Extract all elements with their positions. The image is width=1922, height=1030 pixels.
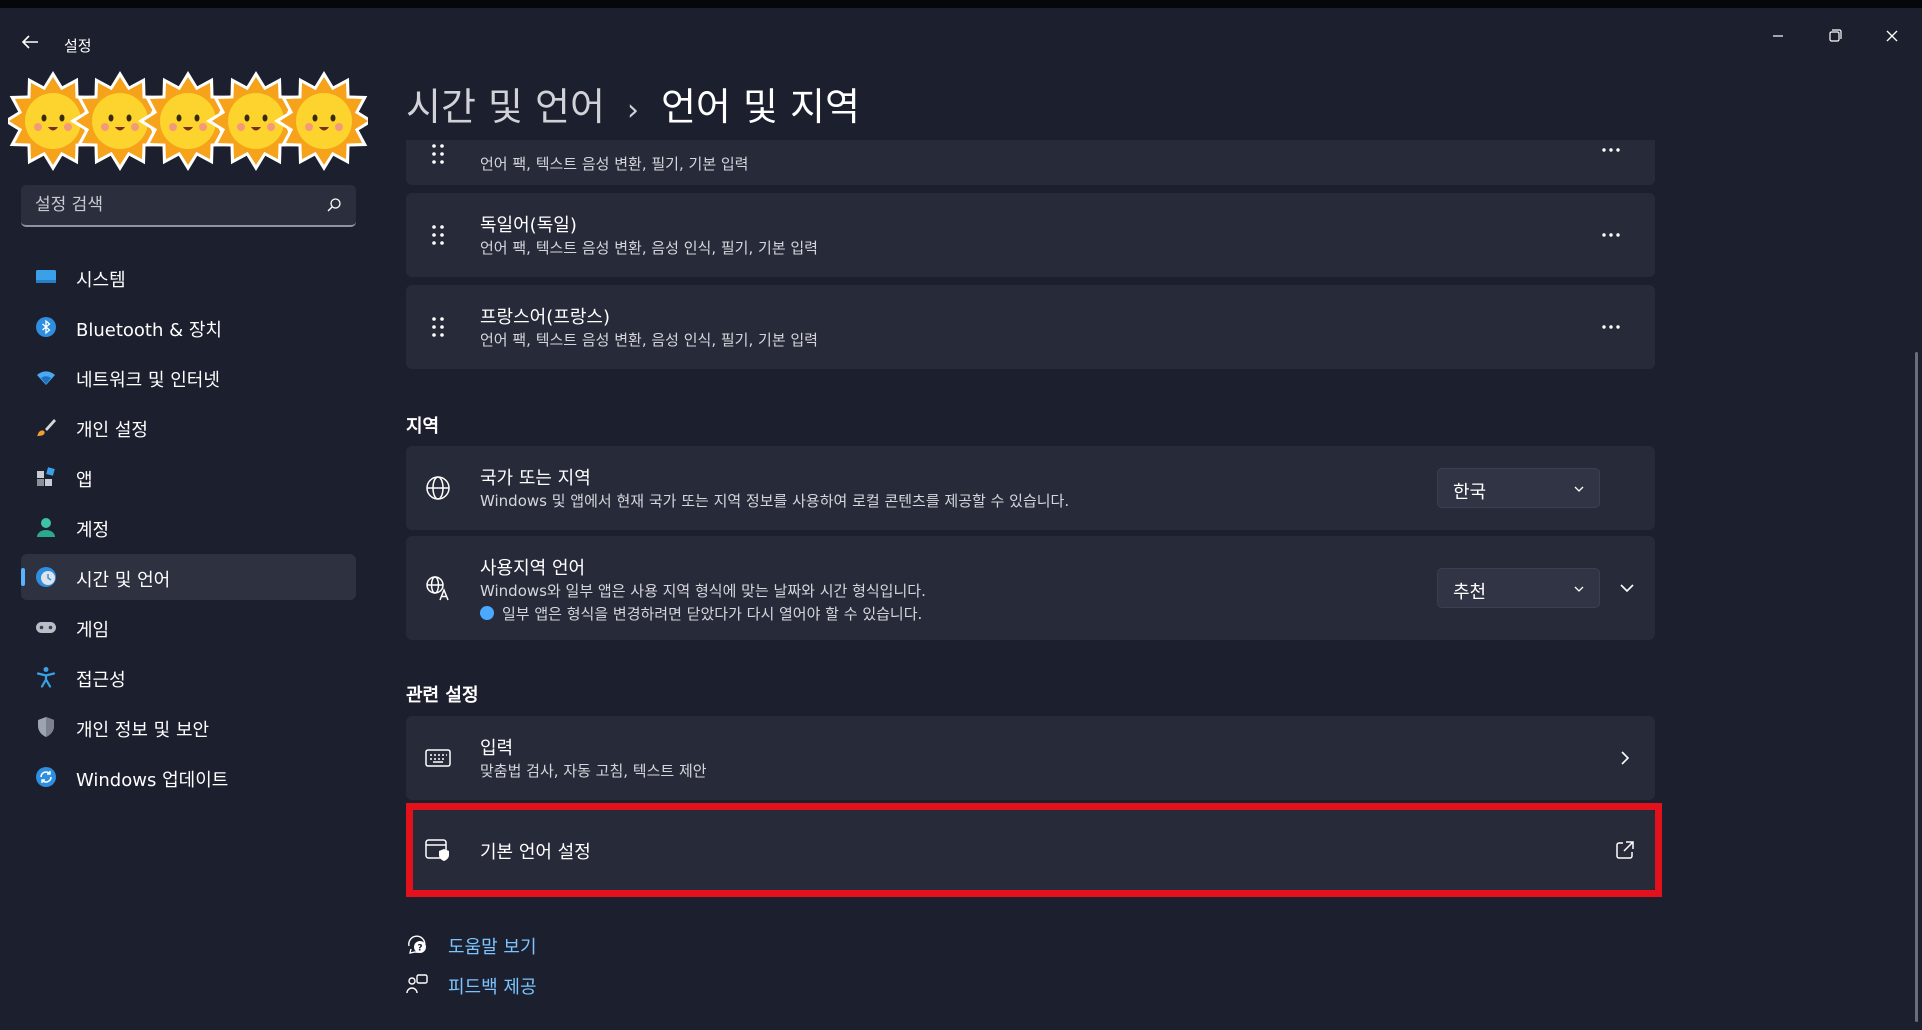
typing-settings-card[interactable]: 입력 맞춤법 검사, 자동 고침, 텍스트 제안 (406, 716, 1655, 800)
country-dropdown-value: 한국 (1453, 482, 1487, 503)
chevron-down-icon (1574, 486, 1584, 492)
language-name: 독일어(독일) (480, 215, 577, 236)
sidebar-item-bluetooth[interactable]: Bluetooth & 장치 (21, 304, 356, 350)
account-icon (37, 518, 55, 537)
sidebar-item-personalization[interactable]: 개인 설정 (21, 404, 356, 450)
regional-format-description: Windows와 일부 앱은 사용 지역 형식에 맞는 날짜와 시간 형식입니다… (480, 582, 926, 600)
close-icon[interactable] (1874, 24, 1910, 48)
sidebar-item-label: 게임 (76, 620, 110, 641)
keyboard-icon (425, 749, 451, 767)
administrative-language-title: 기본 언어 설정 (480, 842, 591, 863)
back-arrow-icon[interactable] (18, 30, 42, 54)
sidebar-item-label: 개인 정보 및 보안 (76, 720, 210, 741)
drag-handle-icon[interactable] (430, 223, 446, 247)
drag-handle-icon[interactable] (430, 142, 446, 166)
breadcrumb-separator: › (626, 93, 639, 128)
accessibility-icon (36, 667, 56, 688)
sidebar-item-label: 시스템 (76, 270, 126, 291)
language-features: 언어 팩, 텍스트 음성 변환, 필기, 기본 입력 (480, 155, 749, 173)
give-feedback-label: 피드백 제공 (448, 977, 537, 998)
settings-search-box[interactable] (21, 185, 356, 227)
sidebar-item-windows-update[interactable]: Windows 업데이트 (21, 754, 356, 800)
language-format-icon (426, 576, 449, 601)
country-title: 국가 또는 지역 (480, 468, 591, 489)
admin-window-shield-icon (425, 839, 449, 861)
country-dropdown[interactable]: 한국 (1437, 468, 1600, 508)
language-card-preferred[interactable]: 언어 팩, 텍스트 음성 변환, 필기, 기본 입력 (406, 140, 1655, 185)
regional-format-title: 사용지역 언어 (480, 558, 586, 579)
content-scrollbar[interactable] (1915, 352, 1918, 1022)
open-external-icon (1616, 841, 1634, 859)
regional-format-note: 일부 앱은 형식을 변경하려면 닫았다가 다시 열어야 할 수 있습니다. (502, 605, 923, 623)
more-options-icon[interactable] (1593, 221, 1629, 249)
sidebar-item-label: 네트워크 및 인터넷 (76, 370, 220, 391)
brush-icon (37, 419, 56, 436)
app-title: 설정 (64, 37, 92, 55)
minimize-icon[interactable] (1760, 24, 1796, 48)
update-icon (36, 767, 56, 787)
breadcrumb-parent[interactable]: 시간 및 언어 (406, 85, 605, 129)
sidebar-item-label: Bluetooth & 장치 (76, 320, 222, 341)
bluetooth-icon (36, 317, 56, 337)
top-edge (0, 0, 1922, 8)
search-icon[interactable] (326, 197, 342, 213)
section-title-region: 지역 (406, 416, 440, 437)
system-icon (36, 270, 56, 283)
sidebar-item-label: 계정 (76, 520, 110, 541)
language-features: 언어 팩, 텍스트 음성 변환, 음성 인식, 필기, 기본 입력 (480, 239, 818, 257)
breadcrumb-current: 언어 및 지역 (660, 85, 860, 129)
sun-stickers-image (8, 71, 368, 171)
typing-title: 입력 (480, 738, 514, 759)
drag-handle-icon[interactable] (430, 315, 446, 339)
sidebar-item-gaming[interactable]: 게임 (21, 604, 356, 650)
expand-chevron-icon[interactable] (1612, 573, 1642, 603)
sidebar-nav: 시스템 Bluetooth & 장치 네트워크 및 인터넷 개인 설정 앱 계정… (21, 254, 356, 804)
country-description: Windows 및 앱에서 현재 국가 또는 지역 정보를 사용하여 로컬 콘텐… (480, 492, 1070, 510)
sidebar-item-accessibility[interactable]: 접근성 (21, 654, 356, 700)
sun-sticker (274, 71, 368, 171)
more-options-icon[interactable] (1593, 144, 1629, 172)
section-title-related: 관련 설정 (406, 685, 479, 706)
info-icon (480, 606, 494, 620)
time-language-icon (36, 567, 56, 587)
country-region-card: 국가 또는 지역 Windows 및 앱에서 현재 국가 또는 지역 정보를 사… (406, 446, 1655, 530)
sidebar-item-label: 접근성 (76, 670, 126, 691)
regional-format-dropdown-value: 추천 (1453, 582, 1487, 603)
shield-icon (38, 717, 54, 737)
sidebar-item-label: Windows 업데이트 (76, 770, 229, 791)
regional-format-dropdown[interactable]: 추천 (1437, 568, 1600, 608)
chevron-right-icon (1621, 751, 1630, 765)
sidebar-item-label: 앱 (76, 470, 93, 491)
sidebar-item-network[interactable]: 네트워크 및 인터넷 (21, 354, 356, 400)
language-card-french[interactable]: 프랑스어(프랑스) 언어 팩, 텍스트 음성 변환, 음성 인식, 필기, 기본… (406, 285, 1655, 369)
title-bar: 설정 (0, 8, 1922, 70)
sidebar-item-system[interactable]: 시스템 (21, 254, 356, 300)
sidebar-item-label: 시간 및 언어 (76, 570, 171, 591)
language-features: 언어 팩, 텍스트 음성 변환, 음성 인식, 필기, 기본 입력 (480, 331, 818, 349)
sidebar-item-time-language[interactable]: 시간 및 언어 (21, 554, 356, 600)
page-title: 시간 및 언어 › 언어 및 지역 (406, 76, 860, 131)
sidebar-item-label: 개인 설정 (76, 420, 148, 441)
administrative-language-card[interactable]: 기본 언어 설정 (406, 808, 1655, 892)
sidebar-item-privacy[interactable]: 개인 정보 및 보안 (21, 704, 356, 750)
search-input[interactable] (21, 185, 311, 225)
content-pane: 언어 팩, 텍스트 음성 변환, 필기, 기본 입력 독일어(독일) 언어 팩,… (406, 140, 1656, 1030)
language-name: 프랑스어(프랑스) (480, 307, 610, 328)
svg-text:?: ? (417, 944, 422, 954)
restore-icon[interactable] (1817, 24, 1853, 48)
language-card-german[interactable]: 독일어(독일) 언어 팩, 텍스트 음성 변환, 음성 인식, 필기, 기본 입… (406, 193, 1655, 277)
more-options-icon[interactable] (1593, 313, 1629, 341)
chevron-down-icon (1574, 586, 1584, 592)
regional-format-card[interactable]: 사용지역 언어 Windows와 일부 앱은 사용 지역 형식에 맞는 날짜와 … (406, 536, 1655, 640)
globe-icon (426, 476, 450, 500)
sidebar-item-accounts[interactable]: 계정 (21, 504, 356, 550)
get-help-label: 도움말 보기 (448, 937, 537, 958)
help-icon: ? (408, 935, 426, 954)
sidebar-item-apps[interactable]: 앱 (21, 454, 356, 500)
typing-description: 맞춤법 검사, 자동 고침, 텍스트 제안 (480, 762, 707, 780)
apps-icon (37, 467, 55, 486)
gamepad-icon (36, 622, 56, 633)
wifi-icon (37, 371, 55, 385)
feedback-icon (406, 974, 428, 994)
